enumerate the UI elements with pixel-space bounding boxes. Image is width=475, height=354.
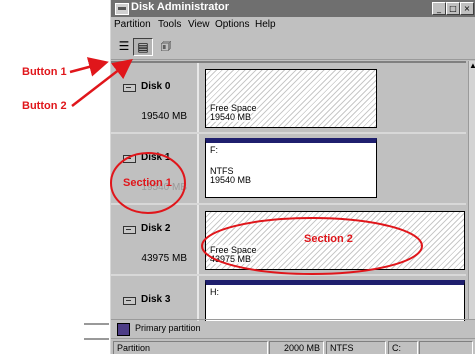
annotation-overlay: [69, 57, 423, 340]
button1-annotation: Button 1: [22, 66, 67, 78]
section2-ellipse: [201, 217, 423, 275]
section1-annotation: Section 1: [123, 177, 172, 189]
button2-annotation: Button 2: [22, 100, 67, 112]
section2-annotation: Section 2: [304, 233, 353, 245]
button1-arrow: [69, 57, 109, 77]
